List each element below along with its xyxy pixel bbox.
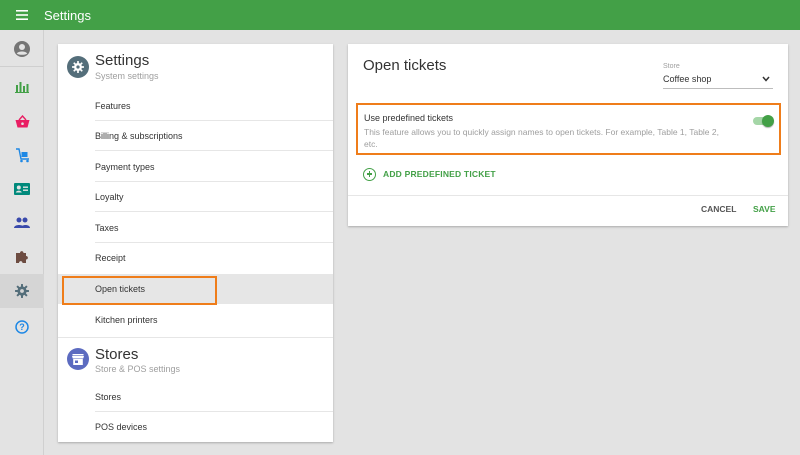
chevron-down-icon [762, 74, 770, 84]
add-circle-icon [363, 167, 376, 181]
store-icon [67, 348, 89, 370]
page-title: Settings [44, 7, 91, 23]
employees-icon[interactable] [0, 206, 44, 240]
section-title: Stores [95, 346, 139, 363]
settings-gear-icon [67, 56, 89, 78]
add-predefined-ticket-button[interactable]: ADD PREDEFINED TICKET [363, 166, 496, 182]
help-icon[interactable]: ? [0, 310, 44, 344]
add-button-label: ADD PREDEFINED TICKET [383, 169, 496, 179]
nav-item-label: Stores [95, 392, 122, 402]
nav-item-label: Kitchen printers [95, 315, 158, 325]
nav-item-features[interactable]: Features [58, 91, 333, 121]
nav-item-label: Taxes [95, 223, 119, 233]
predefined-tickets-toggle[interactable] [751, 114, 775, 128]
top-app-bar: Settings [0, 0, 800, 30]
nav-item-stores[interactable]: Stores [58, 382, 333, 412]
items-basket-icon[interactable] [0, 104, 44, 138]
navigation-rail: ? [0, 30, 44, 455]
save-button[interactable]: SAVE [753, 204, 776, 214]
active-item-highlight [62, 276, 217, 305]
nav-item-kitchen-printers[interactable]: Kitchen printers [58, 305, 333, 335]
nav-item-loyalty[interactable]: Loyalty [58, 182, 333, 212]
section-subtitle: System settings [95, 71, 159, 81]
settings-nav-card: Settings System settings Features Billin… [58, 44, 333, 442]
nav-item-label: Billing & subscriptions [95, 131, 183, 141]
nav-item-label: Receipt [95, 253, 126, 263]
customers-card-icon[interactable] [0, 172, 44, 206]
nav-item-label: Features [95, 101, 131, 111]
nav-item-pos-devices[interactable]: POS devices [58, 412, 333, 442]
store-select-value: Coffee shop [663, 74, 712, 84]
nav-item-label: Payment types [95, 162, 155, 172]
nav-item-receipt[interactable]: Receipt [58, 243, 333, 273]
nav-item-label: Loyalty [95, 192, 124, 202]
predefined-tickets-setting: Use predefined tickets This feature allo… [356, 103, 781, 155]
nav-item-payment-types[interactable]: Payment types [58, 152, 333, 182]
rail-divider [0, 66, 44, 67]
store-label: Store [663, 63, 680, 70]
svg-text:?: ? [19, 322, 25, 332]
section-subtitle: Store & POS settings [95, 364, 181, 374]
reports-icon[interactable] [0, 70, 44, 104]
integrations-puzzle-icon[interactable] [0, 240, 44, 274]
toggle-knob [762, 115, 774, 127]
settings-section-header: Settings System settings [58, 44, 333, 88]
panel-title: Open tickets [363, 57, 447, 74]
nav-item-label: POS devices [95, 422, 148, 432]
store-select[interactable]: Coffee shop [663, 72, 773, 89]
account-icon[interactable] [0, 32, 44, 66]
actions-divider [348, 195, 788, 196]
settings-gear-icon[interactable] [0, 274, 44, 308]
setting-title: Use predefined tickets [364, 113, 454, 123]
stores-section-header: Stores Store & POS settings [58, 337, 333, 381]
nav-item-taxes[interactable]: Taxes [58, 213, 333, 243]
nav-item-billing[interactable]: Billing & subscriptions [58, 121, 333, 151]
inventory-icon[interactable] [0, 138, 44, 172]
section-title: Settings [95, 52, 150, 69]
hamburger-icon[interactable] [0, 0, 44, 30]
open-tickets-card: Open tickets Store Coffee shop Use prede… [348, 44, 788, 226]
setting-description: This feature allows you to quickly assig… [364, 127, 719, 149]
cancel-button[interactable]: CANCEL [701, 204, 736, 214]
nav-item-open-tickets[interactable]: Open tickets [58, 274, 333, 305]
